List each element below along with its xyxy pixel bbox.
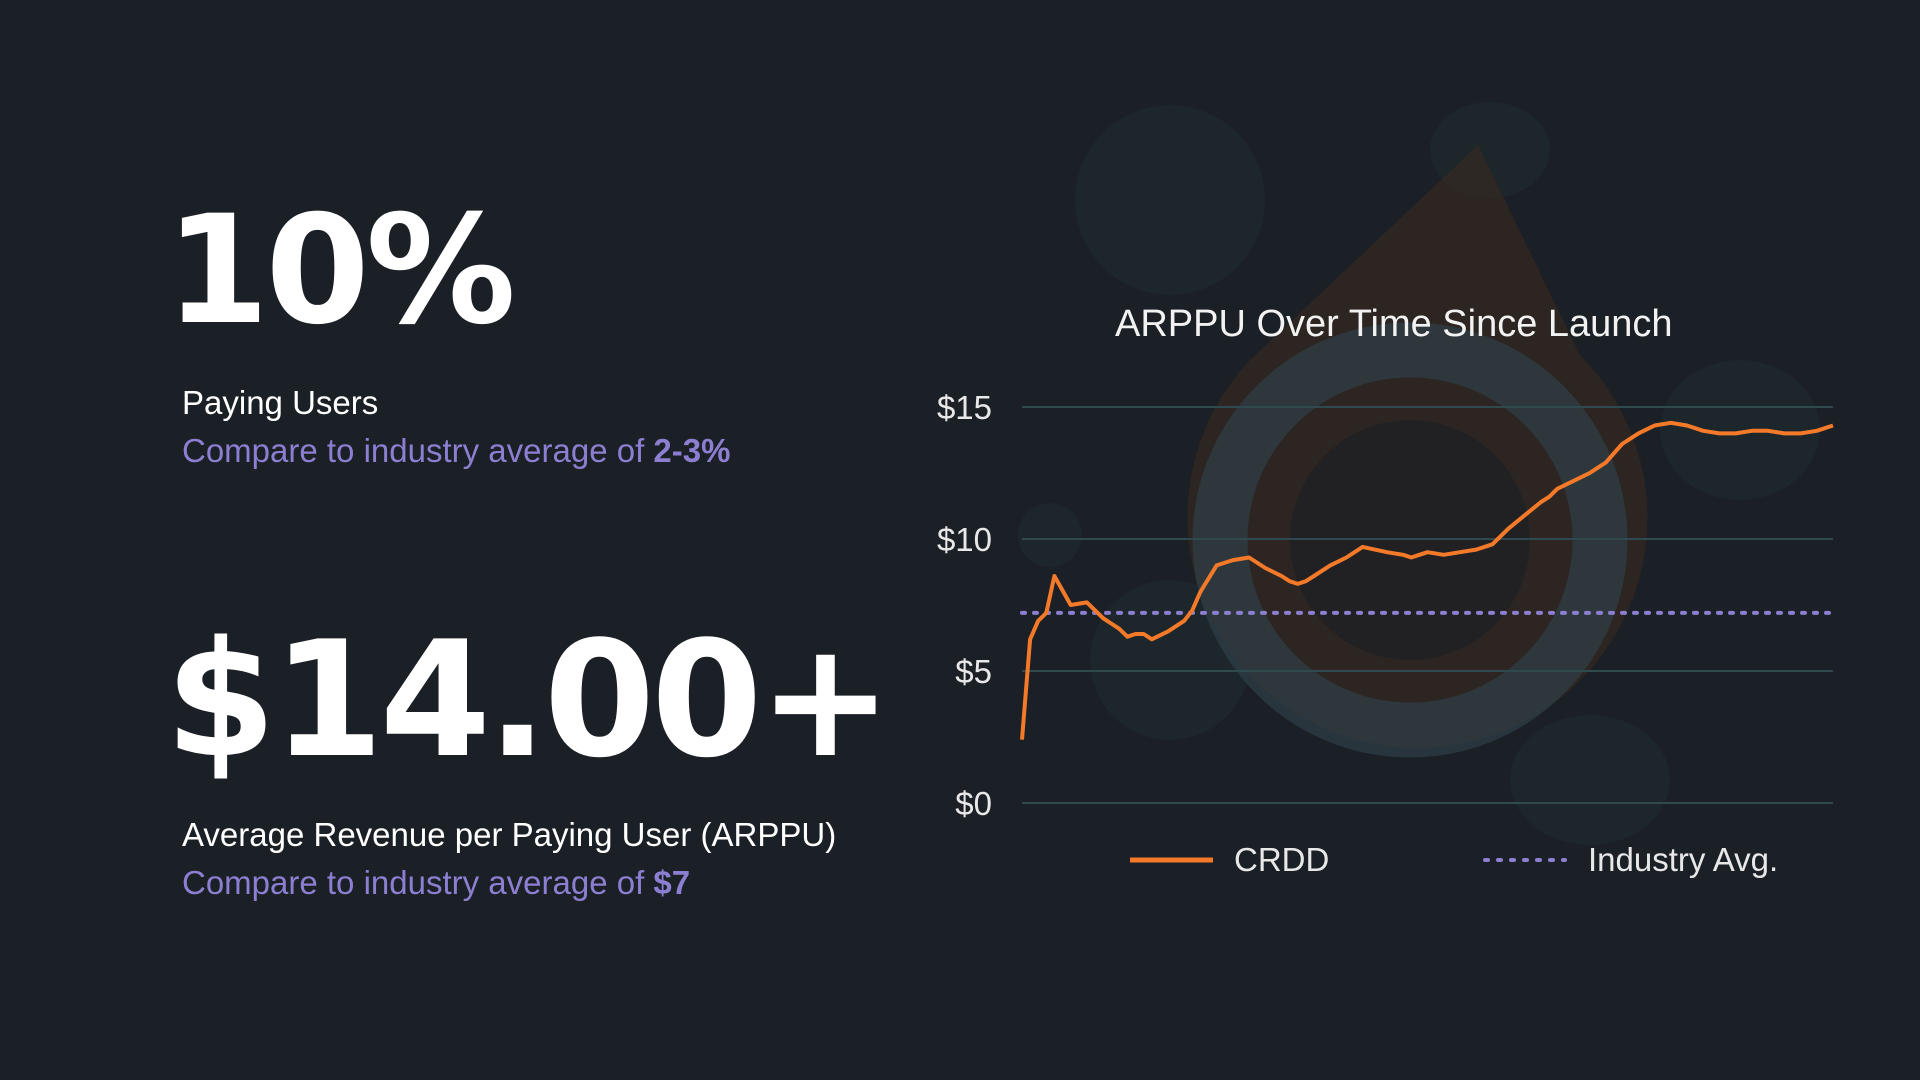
chart-legend: CRDD Industry Avg.	[1130, 841, 1778, 878]
crdd-series-line	[1020, 420, 1834, 740]
y-axis-ticks: $0 $5 $10 $15	[937, 389, 992, 822]
grid-lines	[1022, 406, 1833, 804]
y-tick-label: $0	[955, 785, 992, 822]
y-tick-label: $10	[937, 521, 992, 558]
legend-crdd-label: CRDD	[1234, 841, 1329, 878]
y-tick-label: $5	[955, 653, 992, 690]
legend-industry-label: Industry Avg.	[1588, 841, 1778, 878]
arppu-line-chart: $0 $5 $10 $15 CRDD Industry Avg.	[937, 389, 1835, 878]
chart-series	[1020, 420, 1835, 740]
y-tick-label: $15	[937, 389, 992, 426]
